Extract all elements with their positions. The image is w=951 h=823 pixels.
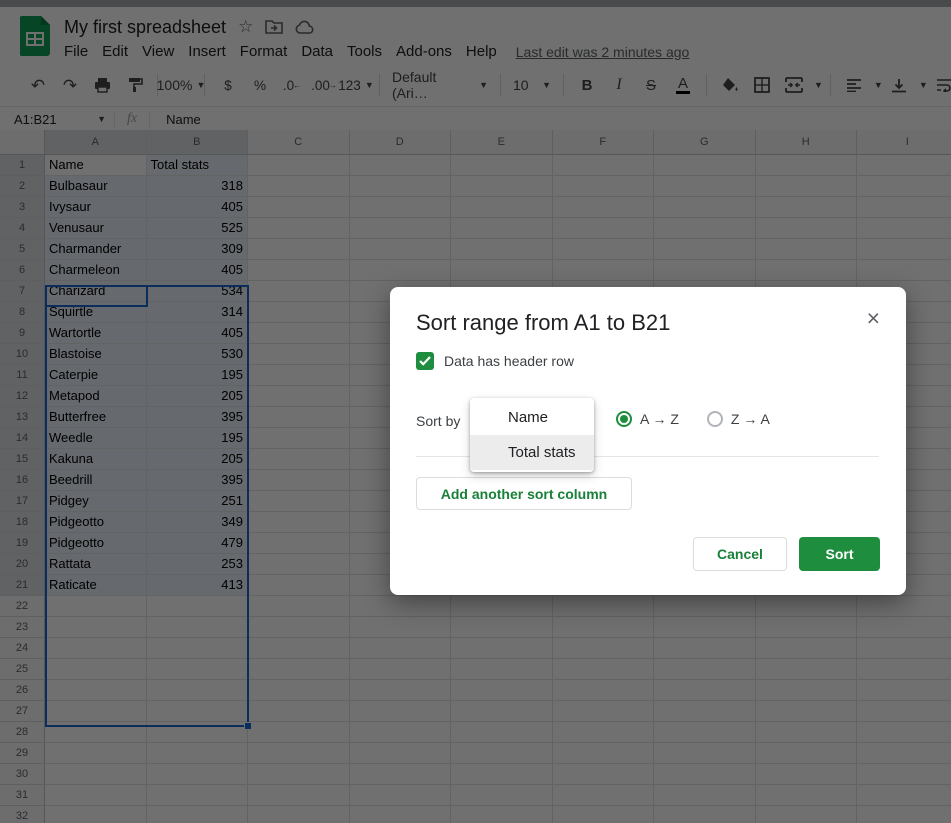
sort-by-label: Sort by xyxy=(416,413,460,429)
dialog-title: Sort range from A1 to B21 xyxy=(416,310,670,336)
ascending-label[interactable]: A → Z xyxy=(640,411,679,427)
header-row-checkbox-label[interactable]: Data has header row xyxy=(444,353,574,369)
sort-column-dropdown-menu: NameTotal stats xyxy=(470,398,594,472)
sort-button[interactable]: Sort xyxy=(799,537,880,571)
sort-range-dialog: Sort range from A1 to B21 × Data has hea… xyxy=(390,287,906,595)
add-sort-column-button[interactable]: Add another sort column xyxy=(416,477,632,510)
checkbox-checked-icon[interactable] xyxy=(416,352,434,370)
sort-direction-group: A → Z Z → A xyxy=(616,411,770,427)
descending-label[interactable]: Z → A xyxy=(731,411,770,427)
cancel-button[interactable]: Cancel xyxy=(693,537,787,571)
descending-radio[interactable] xyxy=(707,411,723,427)
ascending-radio[interactable] xyxy=(616,411,632,427)
close-icon[interactable]: × xyxy=(867,307,880,330)
google-sheets-app: My first spreadsheet ☆ FileEditViewInser… xyxy=(0,0,951,823)
header-row-option[interactable]: Data has header row xyxy=(416,352,574,370)
dropdown-option-name[interactable]: Name xyxy=(470,400,594,435)
dropdown-option-total-stats[interactable]: Total stats xyxy=(470,435,594,470)
